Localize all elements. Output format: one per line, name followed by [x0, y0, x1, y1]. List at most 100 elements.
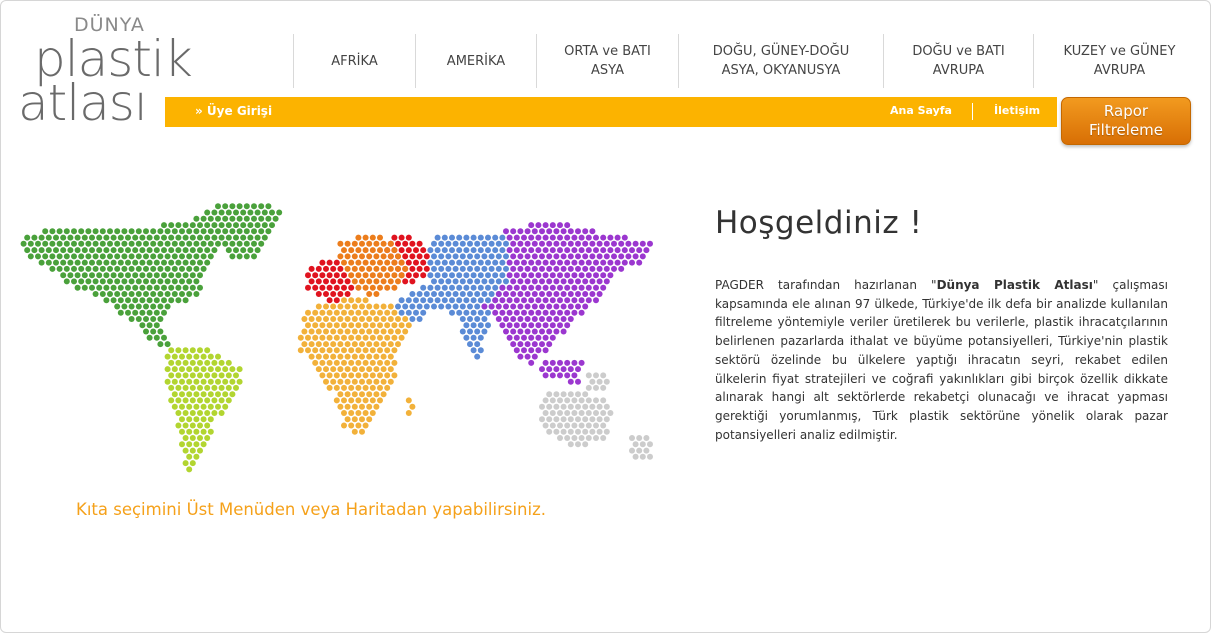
- map-dot: [575, 303, 581, 310]
- map-dot: [445, 291, 452, 297]
- map-dot: [402, 240, 409, 247]
- map-dot: [593, 247, 599, 254]
- map-dot: [567, 316, 574, 322]
- map-dot: [578, 272, 585, 279]
- map-dot: [369, 347, 376, 354]
- map-dot: [542, 272, 549, 279]
- map-dot: [549, 222, 556, 229]
- map-dot: [56, 228, 63, 235]
- map-dot: [431, 253, 437, 260]
- map-dot: [326, 359, 333, 366]
- map-dot: [67, 272, 74, 279]
- map-region-south-america[interactable]: [164, 347, 243, 473]
- map-dot: [85, 265, 92, 272]
- world-map[interactable]: [18, 198, 658, 480]
- map-region-africa[interactable]: [297, 297, 416, 435]
- map-dot: [445, 253, 452, 260]
- map-dot: [341, 322, 347, 329]
- map-dot: [373, 278, 380, 285]
- map-dot: [567, 416, 574, 423]
- map-dot: [521, 334, 527, 341]
- map-dot: [189, 447, 196, 454]
- map-dot: [593, 384, 599, 391]
- map-dot: [614, 247, 621, 254]
- map-dot: [463, 259, 470, 266]
- map-dot: [409, 303, 416, 310]
- nav-item-afrika[interactable]: AFRİKA: [293, 34, 415, 88]
- map-dot: [193, 391, 200, 398]
- map-dot: [549, 247, 556, 254]
- map-dot: [207, 378, 214, 385]
- map-dot: [546, 228, 553, 235]
- map-dot: [323, 278, 329, 285]
- map-dot: [143, 265, 149, 272]
- map-dot: [117, 284, 124, 291]
- map-dot: [344, 353, 351, 360]
- map-dot: [308, 316, 315, 322]
- map-dot: [222, 366, 229, 373]
- map-dot: [567, 253, 574, 260]
- map-dot: [103, 284, 110, 291]
- nav-item-amerika[interactable]: AMERİKA: [415, 34, 536, 88]
- map-dot: [330, 341, 337, 348]
- map-dot: [420, 297, 427, 304]
- map-dot: [359, 428, 365, 435]
- map-dot: [391, 309, 398, 316]
- member-login-link[interactable]: » Üye Girişi: [195, 104, 272, 118]
- nav-item-kuzey-guney-avrupa[interactable]: KUZEY ve GÜNEY AVRUPA: [1033, 34, 1205, 88]
- map-dot: [301, 341, 308, 348]
- map-dot: [359, 240, 365, 247]
- map-dot: [243, 203, 250, 210]
- map-dot: [225, 209, 232, 216]
- map-dot: [341, 410, 347, 416]
- nav-item-orta-bati-asya[interactable]: ORTA ve BATI ASYA: [536, 34, 678, 88]
- map-region-north-america[interactable]: [20, 203, 283, 348]
- map-dot: [60, 234, 67, 241]
- map-dot: [168, 234, 175, 241]
- map-dot: [236, 240, 243, 247]
- map-dot: [42, 253, 49, 260]
- map-dot: [441, 234, 448, 241]
- map-dot: [333, 309, 340, 316]
- map-dot: [330, 378, 337, 385]
- map-dot: [305, 347, 311, 354]
- map-dot: [150, 328, 157, 335]
- map-dot: [589, 278, 596, 285]
- map-dot: [218, 222, 225, 229]
- nav-item-dogu-asya-okyanusya[interactable]: DOĞU, GÜNEY-DOĞU ASYA, OKYANUSYA: [678, 34, 883, 88]
- map-dot: [42, 240, 49, 247]
- map-dot: [578, 247, 585, 254]
- map-dot: [125, 272, 131, 279]
- map-dot: [481, 316, 488, 322]
- map-dot: [362, 309, 369, 316]
- map-dot: [395, 316, 401, 322]
- nav-item-dogu-bati-avrupa[interactable]: DOĞU ve BATI AVRUPA: [883, 34, 1033, 88]
- map-dot: [326, 309, 333, 316]
- map-dot: [197, 422, 203, 429]
- map-dot: [89, 284, 95, 291]
- map-dot: [438, 278, 445, 285]
- map-dot: [348, 334, 355, 341]
- map-dot: [611, 253, 617, 260]
- map-dot: [387, 240, 394, 247]
- map-region-middle-asia[interactable]: [395, 234, 509, 360]
- map-dot: [517, 240, 524, 247]
- map-dot: [355, 334, 362, 341]
- home-link[interactable]: Ana Sayfa: [890, 104, 952, 117]
- report-filter-button[interactable]: Rapor Filtreleme: [1061, 97, 1191, 145]
- map-dot: [351, 328, 358, 335]
- map-dot: [607, 272, 614, 279]
- contact-link[interactable]: İletişim: [994, 104, 1040, 117]
- map-dot: [398, 322, 405, 329]
- map-dot: [175, 410, 182, 416]
- map-dot: [521, 347, 527, 354]
- map-dot: [549, 284, 556, 291]
- map-region-oceania[interactable]: [539, 372, 653, 460]
- map-dot: [596, 253, 603, 260]
- map-dot: [373, 341, 380, 348]
- map-dot: [211, 397, 218, 404]
- map-dot: [560, 253, 567, 260]
- map-dot: [531, 291, 538, 297]
- map-dot: [315, 366, 322, 373]
- region-nav: AFRİKA AMERİKA ORTA ve BATI ASYA DOĞU, G…: [293, 34, 1205, 88]
